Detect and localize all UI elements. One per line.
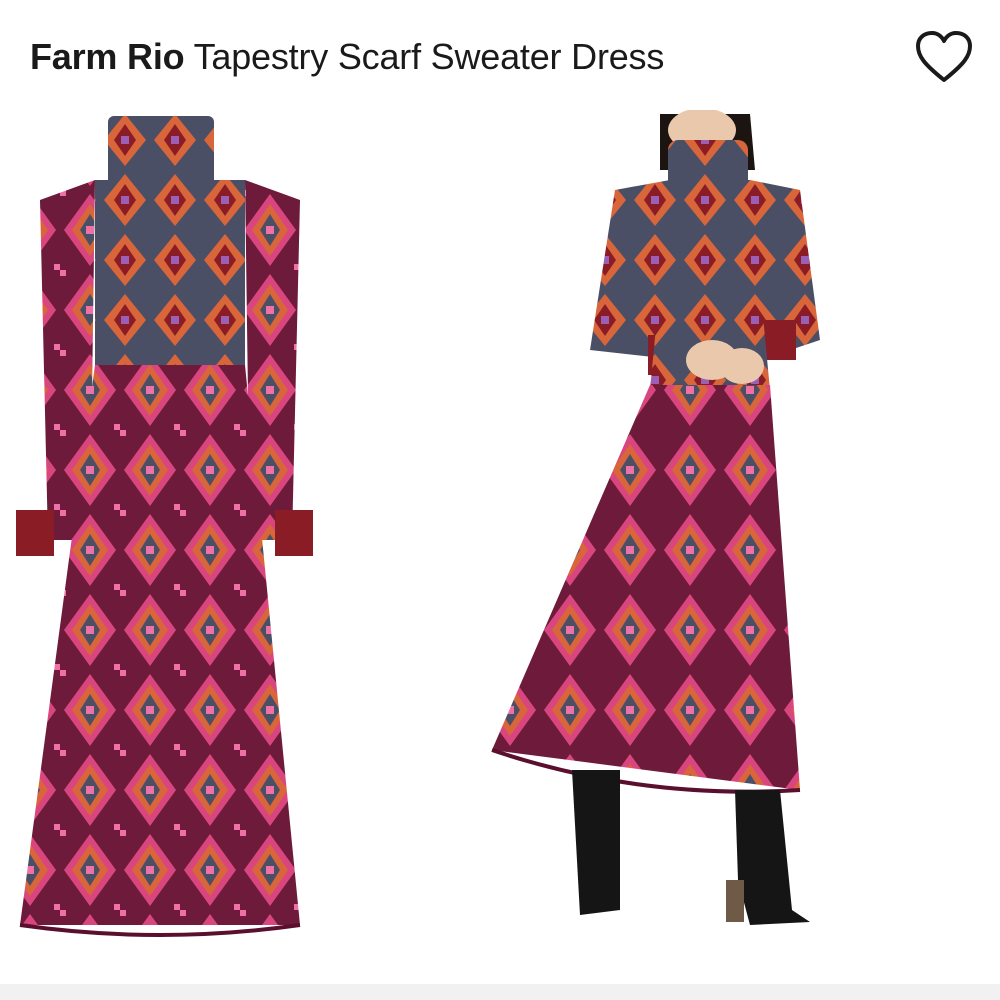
- product-image-flat[interactable]: [0, 110, 340, 940]
- product-name: Tapestry Scarf Sweater Dress: [193, 36, 665, 77]
- bottom-divider: [0, 984, 1000, 1000]
- dress-flat-illustration: [16, 116, 313, 937]
- favorite-button[interactable]: [914, 30, 974, 84]
- heart-outline-icon: [914, 30, 974, 84]
- product-brand[interactable]: Farm Rio: [30, 36, 185, 77]
- product-image-model[interactable]: [480, 110, 840, 940]
- product-header: Farm Rio Tapestry Scarf Sweater Dress: [30, 30, 890, 90]
- product-title: Farm Rio Tapestry Scarf Sweater Dress: [30, 30, 890, 84]
- model-illustration: [491, 110, 820, 925]
